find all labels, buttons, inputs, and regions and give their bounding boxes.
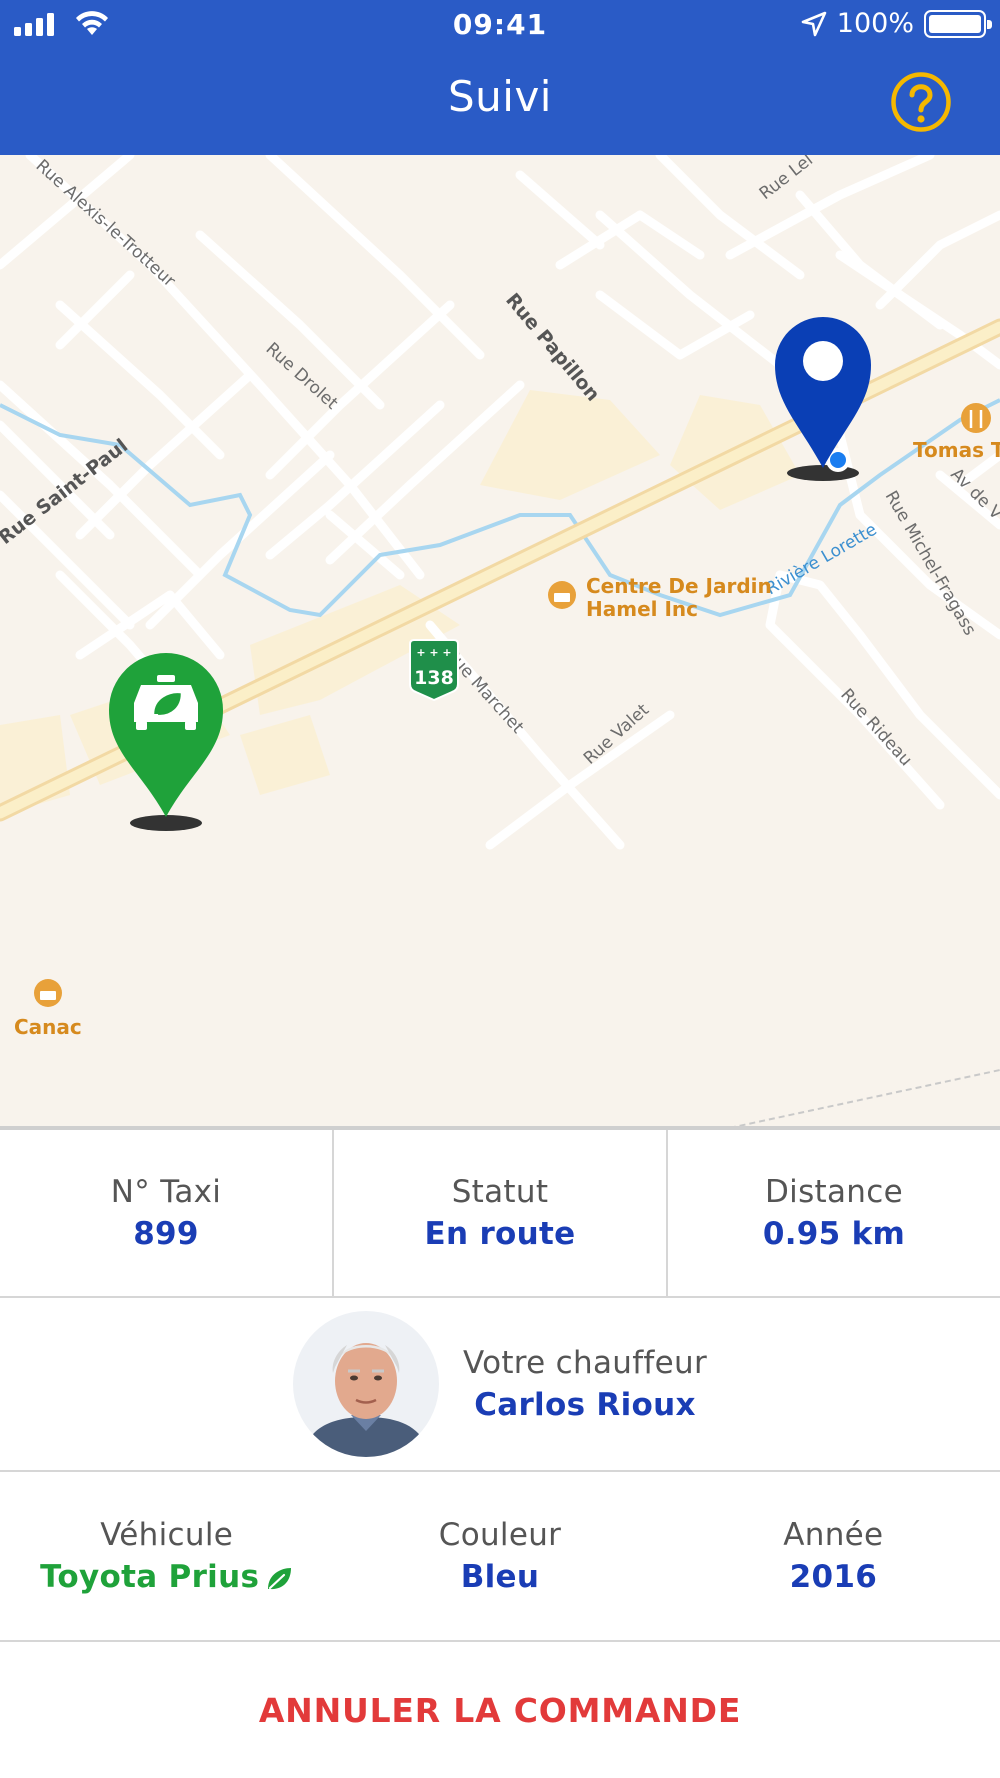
street-label: Rue Lel [756, 155, 817, 204]
trip-info-row: N° Taxi 899 Statut En route Distance 0.9… [0, 1130, 1000, 1298]
vehicle-value: Toyota Prius [40, 1559, 260, 1595]
help-button[interactable] [890, 71, 952, 133]
location-arrow-icon [801, 11, 827, 36]
cancel-order-button[interactable]: ANNULER LA COMMANDE [0, 1642, 1000, 1778]
color-cell: Couleur Bleu [333, 1472, 666, 1640]
cancel-order-label: ANNULER LA COMMANDE [258, 1690, 742, 1730]
color-value: Bleu [460, 1559, 540, 1595]
driver-avatar [292, 1311, 439, 1457]
taxi-number-cell: N° Taxi 899 [0, 1130, 334, 1296]
vehicle-row: Véhicule Toyota Prius Couleur Bleu Année… [0, 1472, 1000, 1642]
map-canvas[interactable]: Rue Alexis-le-Trotteur Rue Drolet Rue Pa… [0, 155, 1000, 1130]
distance-cell: Distance 0.95 km [668, 1130, 1000, 1296]
driver-label: Votre chauffeur [462, 1345, 708, 1381]
distance-label: Distance [765, 1174, 903, 1210]
battery-percent: 100% [836, 8, 914, 39]
poi-label: Centre De Jardin [586, 574, 772, 598]
street-label: Rue Michel-Fragass [881, 488, 980, 640]
poi-centre-jardin[interactable]: Centre De Jardin Hamel Inc [548, 574, 772, 621]
poi-label: Canac [14, 1015, 82, 1039]
taxi-number-label: N° Taxi [110, 1174, 222, 1210]
year-label: Année [783, 1517, 884, 1553]
taxi-marker-icon[interactable] [109, 653, 223, 831]
year-value: 2016 [789, 1559, 878, 1595]
destination-pin-icon[interactable] [775, 317, 871, 481]
poi-canac[interactable]: Canac [14, 979, 82, 1039]
year-cell: Année 2016 [667, 1472, 1000, 1640]
color-label: Couleur [438, 1517, 562, 1553]
river-line [0, 398, 1000, 618]
status-right: 100% [801, 8, 992, 39]
leaf-icon [268, 1567, 292, 1589]
poi-label: Tomas T [913, 438, 1000, 462]
app-header: 09:41 100% Suivi [0, 0, 1000, 155]
taxi-number-value: 899 [133, 1216, 199, 1252]
vehicle-label: Véhicule [100, 1517, 234, 1553]
driver-info: Votre chauffeur Carlos Rioux [463, 1345, 707, 1423]
svg-text:+ + +: + + + [416, 646, 451, 659]
poi-restaurant[interactable]: Tomas T [913, 403, 1000, 462]
battery-icon [924, 9, 992, 38]
page-title: Suivi [448, 72, 552, 121]
vehicle-value-wrap: Toyota Prius [40, 1559, 293, 1595]
distance-value: 0.95 km [762, 1216, 906, 1252]
route-shield-icon: + + + 138 [409, 639, 459, 702]
status-cell: Statut En route [334, 1130, 668, 1296]
restaurant-icon [961, 403, 991, 433]
railway-line [733, 1069, 1000, 1126]
status-bar: 09:41 100% [0, 0, 1000, 50]
status-value: En route [424, 1216, 576, 1252]
driver-name: Carlos Rioux [474, 1387, 696, 1423]
driver-row: Votre chauffeur Carlos Rioux [0, 1298, 1000, 1472]
vehicle-cell: Véhicule Toyota Prius [0, 1472, 333, 1640]
tracking-map[interactable]: Rue Alexis-le-Trotteur Rue Drolet Rue Pa… [0, 155, 1000, 1130]
status-label: Statut [451, 1174, 549, 1210]
poi-label: Hamel Inc [586, 597, 698, 621]
route-shield-number: 138 [414, 667, 454, 689]
